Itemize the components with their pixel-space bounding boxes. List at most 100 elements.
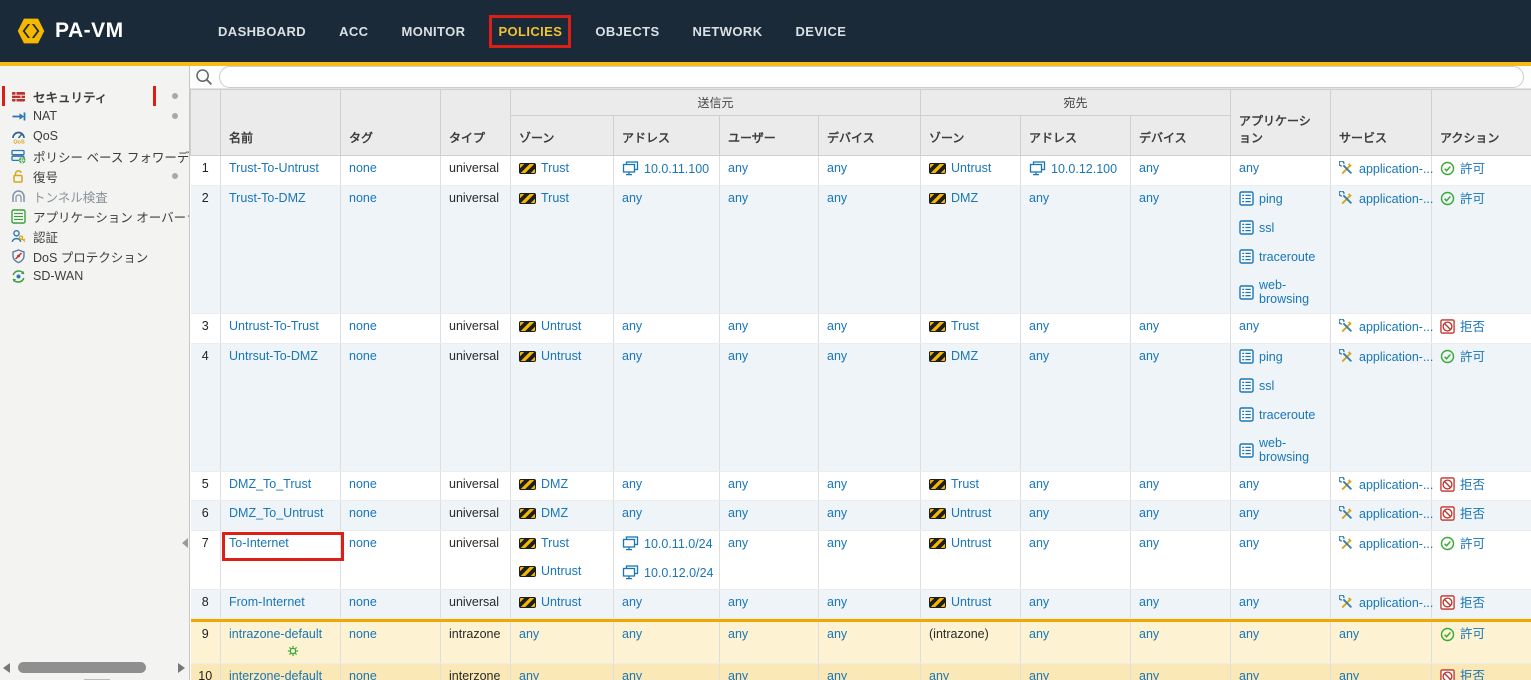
col-name[interactable]: 名前 <box>221 90 341 156</box>
col-src-user[interactable]: ユーザー <box>720 116 819 156</box>
src-user-value[interactable]: any <box>728 349 748 363</box>
dst-address-value[interactable]: any <box>1029 506 1049 520</box>
application-value[interactable]: any <box>1239 319 1259 333</box>
col-tag[interactable]: タグ <box>341 90 441 156</box>
table-row[interactable]: 3 Untrust-To-Trust none universal Untrus… <box>191 314 1531 344</box>
application-value[interactable]: any <box>1239 506 1259 520</box>
service-value[interactable]: any <box>1339 627 1359 641</box>
src-zone-link[interactable]: Untrust <box>541 349 581 363</box>
rule-name-link[interactable]: Trust-To-DMZ <box>229 191 306 205</box>
action-link[interactable]: 拒否 <box>1460 669 1485 680</box>
src-device-value[interactable]: any <box>827 477 847 491</box>
dst-zone-link[interactable]: Untrust <box>951 506 991 520</box>
src-zone-link[interactable]: Trust <box>541 191 569 205</box>
dst-device-value[interactable]: any <box>1139 536 1159 550</box>
service-link[interactable]: application-... <box>1359 162 1433 176</box>
table-row[interactable]: 4 Untrsut-To-DMZ none universal Untrust … <box>191 344 1531 472</box>
src-address-value[interactable]: any <box>622 627 642 641</box>
tag-value[interactable]: none <box>349 595 377 609</box>
src-device-value[interactable]: any <box>827 319 847 333</box>
table-row[interactable]: 8 From-Internet none universal Untrust a… <box>191 590 1531 619</box>
dst-device-value[interactable]: any <box>1139 319 1159 333</box>
action-link[interactable]: 許可 <box>1460 192 1485 206</box>
dst-address-value[interactable]: any <box>1029 349 1049 363</box>
table-row[interactable]: 10 interzone-default none interzone any … <box>191 663 1531 680</box>
table-row[interactable]: 6 DMZ_To_Untrust none universal DMZ any … <box>191 501 1531 531</box>
tag-value[interactable]: none <box>349 669 377 680</box>
src-user-value[interactable]: any <box>728 506 748 520</box>
src-address-value[interactable]: any <box>622 477 642 491</box>
src-user-value[interactable]: any <box>728 595 748 609</box>
dst-device-value[interactable]: any <box>1139 669 1159 680</box>
sidebar-item-security[interactable]: セキュリティ <box>0 86 189 106</box>
service-link[interactable]: application-... <box>1359 350 1433 364</box>
dst-address-value[interactable]: any <box>1029 191 1049 205</box>
dst-device-value[interactable]: any <box>1139 506 1159 520</box>
tag-value[interactable]: none <box>349 349 377 363</box>
src-zone-link[interactable]: DMZ <box>541 506 568 520</box>
src-address-value[interactable]: any <box>622 191 642 205</box>
dst-address-value[interactable]: any <box>1029 595 1049 609</box>
application-link[interactable]: traceroute <box>1259 408 1315 422</box>
action-link[interactable]: 許可 <box>1460 350 1485 364</box>
panel-collapse-arrow-icon[interactable] <box>182 538 188 548</box>
application-value[interactable]: any <box>1239 669 1259 680</box>
application-link[interactable]: traceroute <box>1259 250 1315 264</box>
src-user-value[interactable]: any <box>728 161 748 175</box>
rule-name-link[interactable]: DMZ_To_Untrust <box>229 506 323 520</box>
tag-value[interactable]: none <box>349 191 377 205</box>
dst-device-value[interactable]: any <box>1139 595 1159 609</box>
col-type[interactable]: タイプ <box>441 90 511 156</box>
tab-policies[interactable]: POLICIES <box>498 24 562 39</box>
application-link[interactable]: ssl <box>1259 379 1274 393</box>
col-dst-address[interactable]: アドレス <box>1021 116 1131 156</box>
action-link[interactable]: 拒否 <box>1460 320 1485 334</box>
sidebar-horizontal-scrollbar[interactable] <box>3 660 185 675</box>
src-zone-link[interactable]: Untrust <box>541 595 581 609</box>
src-zone-link[interactable]: Untrust <box>541 319 581 333</box>
dst-zone-link[interactable]: Untrust <box>951 595 991 609</box>
col-dst-device[interactable]: デバイス <box>1131 116 1231 156</box>
src-user-value[interactable]: any <box>728 536 748 550</box>
scroll-left-icon[interactable] <box>3 663 10 673</box>
action-link[interactable]: 許可 <box>1460 537 1485 551</box>
scrollbar-thumb[interactable] <box>18 662 146 673</box>
col-service[interactable]: サービス <box>1331 90 1432 156</box>
col-src-device[interactable]: デバイス <box>819 116 921 156</box>
dst-zone-link[interactable]: DMZ <box>951 191 978 205</box>
service-link[interactable]: application-... <box>1359 596 1433 610</box>
tab-objects[interactable]: OBJECTS <box>595 24 659 39</box>
rule-name-link[interactable]: Untrsut-To-DMZ <box>229 349 318 363</box>
col-src-zone[interactable]: ゾーン <box>511 116 614 156</box>
application-link[interactable]: ping <box>1259 192 1283 206</box>
tab-dashboard[interactable]: DASHBOARD <box>218 24 306 39</box>
sidebar-item-dos-protection[interactable]: DoS プロテクション <box>0 246 189 266</box>
dst-device-value[interactable]: any <box>1139 161 1159 175</box>
src-zone-value[interactable]: any <box>519 669 539 680</box>
src-zone-link[interactable]: Trust <box>541 161 569 175</box>
sidebar-item-decryption[interactable]: 復号 <box>0 166 189 186</box>
dst-device-value[interactable]: any <box>1139 477 1159 491</box>
src-zone-link[interactable]: DMZ <box>541 477 568 491</box>
dst-address-value[interactable]: any <box>1029 536 1049 550</box>
tag-value[interactable]: none <box>349 477 377 491</box>
src-address-value[interactable]: any <box>622 595 642 609</box>
action-link[interactable]: 許可 <box>1460 627 1485 641</box>
src-device-value[interactable]: any <box>827 506 847 520</box>
application-link[interactable]: ping <box>1259 350 1283 364</box>
table-row[interactable]: 5 DMZ_To_Trust none universal DMZ any an… <box>191 472 1531 501</box>
col-action[interactable]: アクション <box>1432 90 1531 156</box>
action-link[interactable]: 拒否 <box>1460 478 1485 492</box>
service-link[interactable]: application-... <box>1359 320 1433 334</box>
application-link[interactable]: ssl <box>1259 221 1274 235</box>
application-value[interactable]: any <box>1239 627 1259 641</box>
tab-monitor[interactable]: MONITOR <box>401 24 465 39</box>
src-address-value[interactable]: any <box>622 506 642 520</box>
tag-value[interactable]: none <box>349 161 377 175</box>
service-link[interactable]: application-... <box>1359 507 1433 521</box>
dst-zone-link[interactable]: DMZ <box>951 349 978 363</box>
dst-zone-value[interactable]: any <box>929 669 949 680</box>
src-device-value[interactable]: any <box>827 349 847 363</box>
dst-zone-link[interactable]: Untrust <box>951 536 991 550</box>
application-value[interactable]: any <box>1239 161 1259 175</box>
